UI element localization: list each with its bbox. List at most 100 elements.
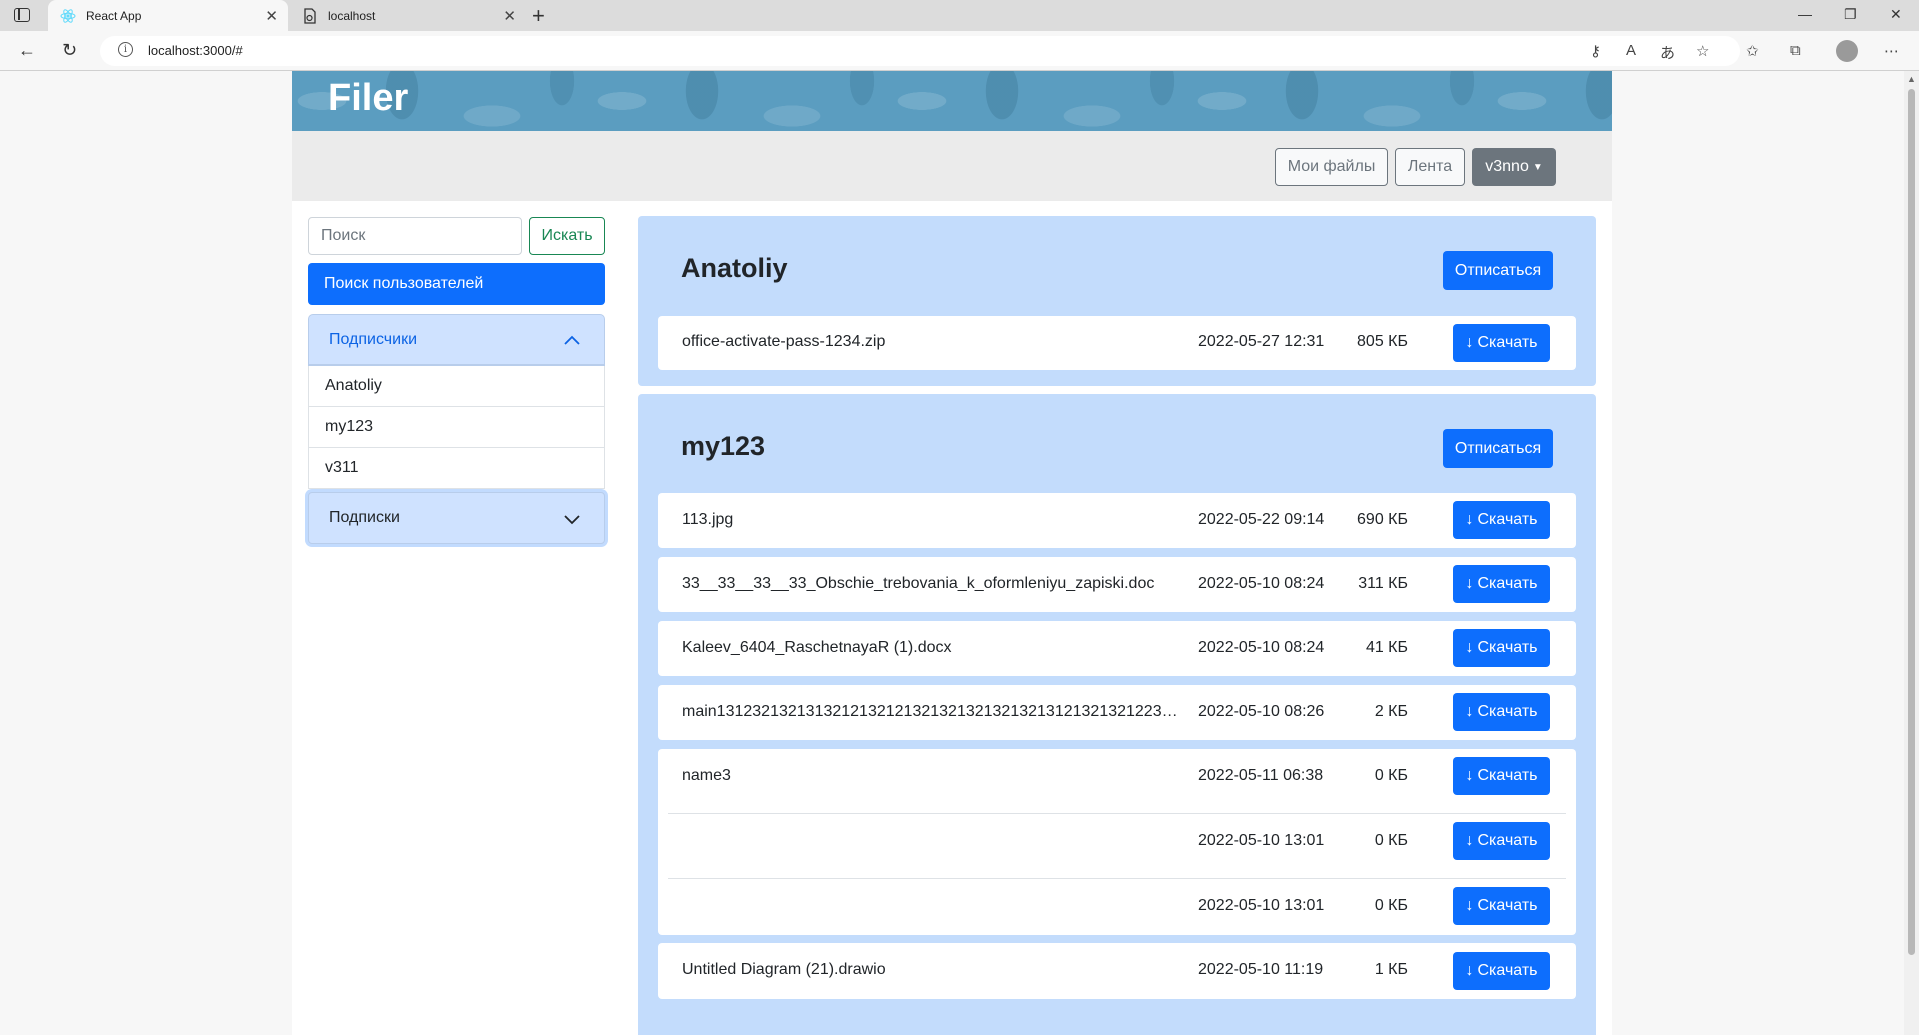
chevron-up-icon — [564, 335, 580, 345]
user-name: v3nno — [1485, 158, 1529, 175]
key-icon[interactable]: ⚷ — [1590, 42, 1601, 60]
collections-icon[interactable]: ⧉ — [1790, 42, 1801, 59]
feed-user-title: my123 — [681, 431, 766, 461]
download-button[interactable]: ↓ Скачать — [1453, 887, 1550, 925]
scroll-thumb[interactable] — [1908, 89, 1915, 955]
browser-tab-bar: React App ✕ localhost ✕ + — ❐ ✕ — [0, 0, 1919, 31]
download-icon: ↓ — [1465, 832, 1474, 849]
file-date: 2022-05-10 08:24 — [1198, 639, 1325, 656]
file-name: name3 — [682, 767, 731, 784]
file-name: main131232132131321213212132132132132132… — [682, 703, 1182, 720]
follower-item[interactable]: my123 — [308, 407, 605, 448]
download-icon: ↓ — [1465, 767, 1474, 784]
follower-item[interactable]: v311 — [308, 448, 605, 489]
unsubscribe-button[interactable]: Отписаться — [1443, 429, 1553, 468]
feed-user-title: Anatoliy — [681, 253, 788, 283]
caret-down-icon: ▼ — [1532, 161, 1543, 173]
feed-card — [638, 1023, 1596, 1035]
favorite-star-icon[interactable]: ☆ — [1696, 42, 1709, 60]
download-label: Скачать — [1477, 703, 1538, 720]
user-dropdown-button[interactable]: v3nno ▼ — [1472, 148, 1556, 186]
download-button[interactable]: ↓ Скачать — [1453, 565, 1550, 603]
favorites-icon[interactable]: ✩ — [1746, 42, 1759, 60]
followers-label: Подписчики — [329, 331, 418, 348]
refresh-icon[interactable]: ↻ — [62, 40, 77, 61]
file-size: 0 КБ — [1374, 832, 1408, 849]
download-icon: ↓ — [1465, 575, 1474, 592]
page-icon — [302, 7, 318, 24]
restore-icon[interactable]: ❐ — [1844, 6, 1857, 23]
browser-tab-localhost[interactable]: localhost ✕ — [290, 0, 526, 31]
back-icon[interactable]: ← — [18, 40, 36, 61]
close-tab-icon[interactable]: ✕ — [265, 7, 278, 25]
file-size: 1 КБ — [1374, 961, 1408, 978]
download-button[interactable]: ↓ Скачать — [1453, 324, 1550, 362]
app-container: Filer Мои файлы Лента v3nno ▼ Искать Пои… — [292, 71, 1612, 1035]
row-divider — [668, 878, 1566, 879]
download-button[interactable]: ↓ Скачать — [1453, 629, 1550, 667]
file-group: name3 2022-05-11 06:38 0 КБ ↓ Скачать 20… — [658, 749, 1576, 935]
download-label: Скачать — [1477, 962, 1538, 979]
file-row: office-activate-pass-1234.zip 2022-05-27… — [658, 316, 1576, 370]
download-button[interactable]: ↓ Скачать — [1453, 693, 1550, 731]
sidebar-toggle-icon[interactable] — [14, 8, 30, 22]
user-search-button[interactable]: Поиск пользователей — [308, 263, 605, 305]
file-row: Kaleev_6404_RaschetnayaR (1).docx 2022-0… — [658, 621, 1576, 676]
file-row: 33__33__33__33_Obschie_trebovania_k_ofor… — [658, 557, 1576, 612]
download-icon: ↓ — [1465, 639, 1474, 656]
follower-item[interactable]: Anatoliy — [308, 366, 605, 407]
profile-avatar[interactable] — [1836, 40, 1858, 62]
file-date: 2022-05-11 06:38 — [1198, 767, 1324, 784]
browser-tab-react-app[interactable]: React App ✕ — [48, 0, 288, 31]
file-name: office-activate-pass-1234.zip — [682, 333, 886, 350]
download-label: Скачать — [1477, 511, 1538, 528]
unsubscribe-button[interactable]: Отписаться — [1443, 251, 1553, 290]
address-bar: ← ↻ i localhost:3000/# ⚷ A あ ☆ ✩ ⧉ ⋯ — [0, 31, 1919, 71]
download-button[interactable]: ↓ Скачать — [1453, 822, 1550, 860]
tab-title: localhost — [328, 8, 376, 23]
download-button[interactable]: ↓ Скачать — [1453, 952, 1550, 990]
scroll-up-icon[interactable]: ▲ — [1907, 74, 1916, 84]
file-size: 2 КБ — [1374, 703, 1408, 720]
minimize-icon[interactable]: — — [1798, 6, 1812, 22]
search-button[interactable]: Искать — [529, 217, 605, 255]
file-row: 113.jpg 2022-05-22 09:14 690 КБ ↓ Скачат… — [658, 493, 1576, 548]
site-info-icon[interactable]: i — [118, 42, 133, 57]
file-size: 805 КБ — [1357, 333, 1408, 350]
download-label: Скачать — [1477, 639, 1538, 656]
translate-icon[interactable]: あ — [1660, 42, 1675, 63]
read-aloud-icon[interactable]: A — [1626, 42, 1636, 59]
more-menu-icon[interactable]: ⋯ — [1884, 42, 1899, 60]
download-label: Скачать — [1477, 767, 1538, 784]
file-date: 2022-05-10 13:01 — [1198, 832, 1325, 849]
header-banner: Filer — [292, 71, 1612, 131]
close-window-icon[interactable]: ✕ — [1890, 6, 1902, 23]
followers-accordion-header[interactable]: Подписчики — [308, 314, 605, 366]
my-files-button[interactable]: Мои файлы — [1275, 148, 1388, 186]
file-size: 311 КБ — [1358, 575, 1408, 592]
download-icon: ↓ — [1465, 334, 1474, 351]
download-button[interactable]: ↓ Скачать — [1453, 757, 1550, 795]
following-accordion-header[interactable]: Подписки — [308, 492, 605, 544]
file-row: main131232132131321213212132132132132132… — [658, 685, 1576, 740]
file-date: 2022-05-27 12:31 — [1198, 333, 1325, 350]
search-input[interactable] — [308, 217, 522, 255]
following-label: Подписки — [329, 509, 400, 526]
page-scrollbar[interactable]: ▲ — [1904, 71, 1919, 1035]
download-icon: ↓ — [1465, 962, 1474, 979]
url-field[interactable]: i localhost:3000/# — [100, 36, 1740, 66]
feed-button[interactable]: Лента — [1395, 148, 1465, 186]
download-label: Скачать — [1477, 897, 1538, 914]
download-icon: ↓ — [1465, 511, 1474, 528]
download-label: Скачать — [1477, 334, 1538, 351]
file-date: 2022-05-10 11:19 — [1198, 961, 1324, 978]
download-button[interactable]: ↓ Скачать — [1453, 501, 1550, 539]
file-name: 33__33__33__33_Obschie_trebovania_k_ofor… — [682, 575, 1155, 592]
new-tab-icon[interactable]: + — [532, 3, 545, 29]
url-text: localhost:3000/# — [148, 43, 243, 58]
download-icon: ↓ — [1465, 703, 1474, 720]
close-tab-icon[interactable]: ✕ — [503, 7, 516, 25]
file-size: 0 КБ — [1374, 897, 1408, 914]
file-date: 2022-05-22 09:14 — [1198, 511, 1325, 528]
file-name: Untitled Diagram (21).drawio — [682, 961, 886, 978]
